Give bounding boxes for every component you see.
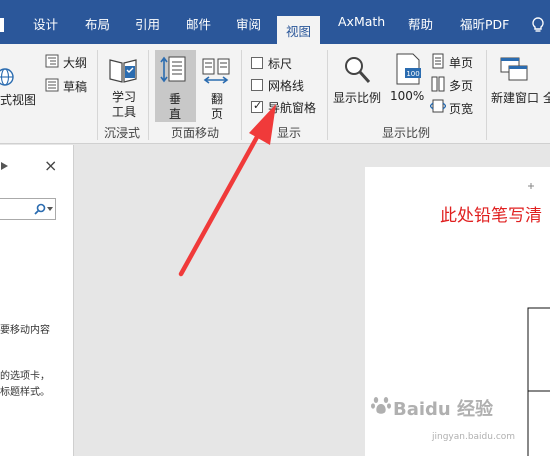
- red-annotation-arrow: [178, 104, 276, 277]
- baidu-jingyan-url-watermark: jingyan.baidu.com: [432, 432, 516, 442]
- baidu-jingyan-watermark: Baidu 经验: [393, 399, 494, 420]
- baidu-paw-logo-icon: [371, 397, 391, 414]
